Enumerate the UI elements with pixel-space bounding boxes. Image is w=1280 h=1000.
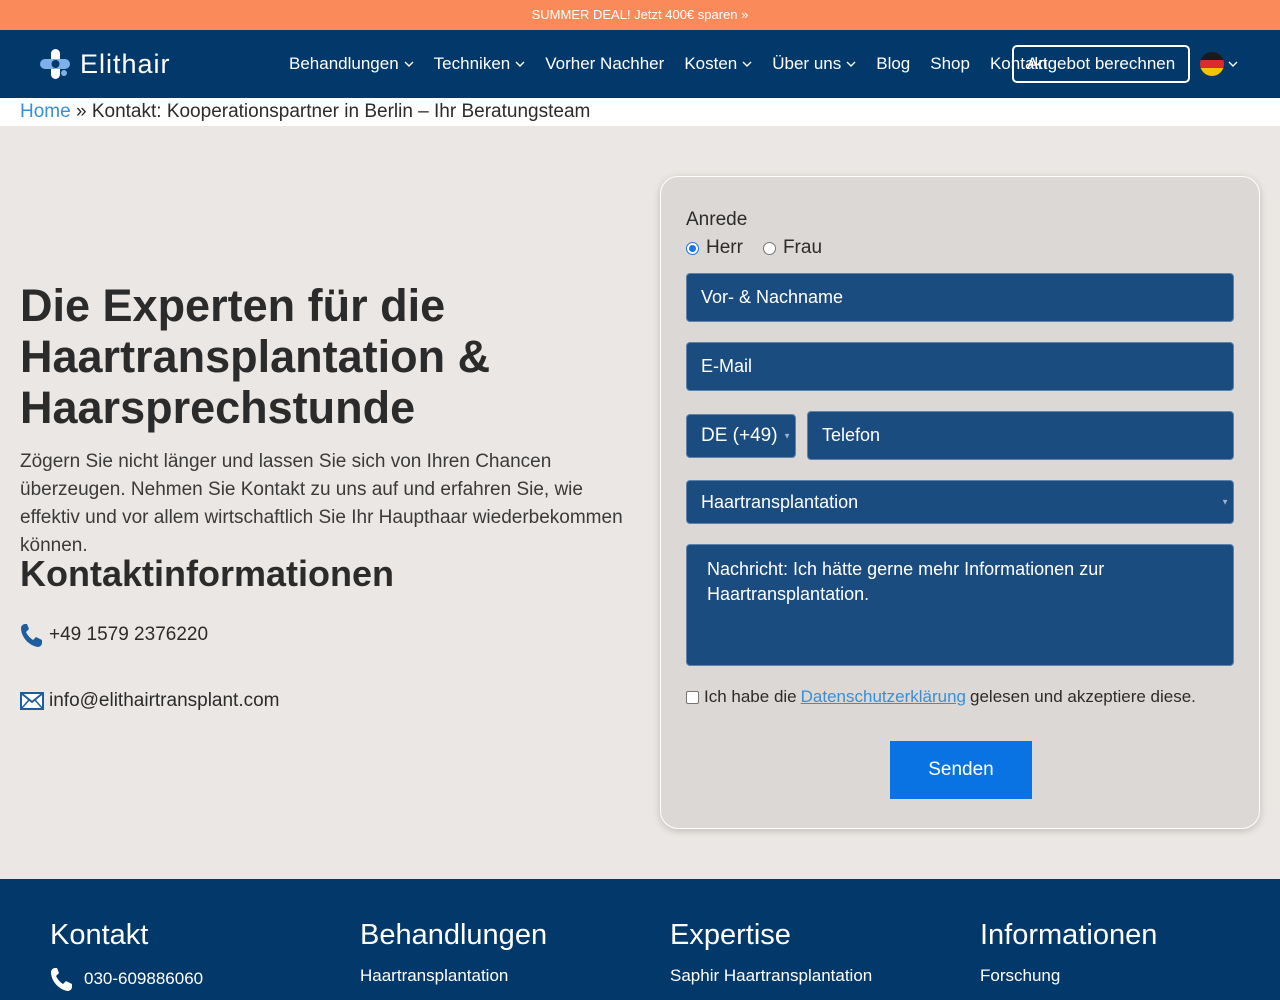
nav-techniken[interactable]: Techniken [434,54,526,74]
radio-herr[interactable] [686,241,699,255]
name-input[interactable]: Vor- & Nachname [686,273,1234,322]
contact-info-heading: Kontaktinformationen [20,553,394,594]
phone-number: +49 1579 2376220 [49,624,209,645]
nav-label: Behandlungen [289,54,399,73]
nav-label: Techniken [433,54,511,73]
chevron-down-icon [404,61,414,67]
email-address: info@elithairtransplant.com [49,690,280,711]
phone-input[interactable]: Telefon [807,411,1234,460]
name-placeholder: Vor- & Nachname [701,287,844,307]
nav-label: Shop [930,54,970,73]
page-title: Die Experten für die Haartransplantation… [20,280,491,433]
email-placeholder: E-Mail [701,356,753,376]
logo-icon [40,49,70,79]
breadcrumb-current: Kontakt: Kooperationspartner in Berlin –… [91,101,591,122]
nav-vorher-nachher[interactable]: Vorher Nachher [545,54,664,74]
breadcrumb-separator: » [75,101,87,122]
phone-icon [21,624,42,647]
contact-email[interactable]: info@elithairtransplant.com [20,690,280,712]
chevron-down-icon [846,61,856,67]
privacy-policy-link[interactable]: Datenschutzerklärung [801,687,966,707]
country-code-select[interactable]: DE (+49) ▼ [686,414,796,458]
salutation-label: Anrede [686,209,748,230]
nav-label: Über uns [772,54,842,73]
footer-link[interactable]: Forschung [980,966,1157,986]
logo[interactable]: Elithair [38,48,171,80]
promo-banner[interactable]: SUMMER DEAL! Jetzt 400€ sparen » [0,0,1280,30]
chevron-down-icon [1228,61,1238,67]
treatment-value: Haartransplantation [701,491,859,512]
breadcrumb-home-link[interactable]: Home [20,101,71,122]
nav-kosten[interactable]: Kosten [684,54,752,74]
brand-name: Elithair [80,48,171,79]
contact-form: Anrede Herr Frau Vor- & Nachname E-Mail … [660,176,1260,829]
german-flag-icon [1200,52,1224,76]
footer-heading: Informationen [980,919,1158,951]
nav-ueber-uns[interactable]: Über uns [772,54,856,74]
phone-placeholder: Telefon [822,425,881,445]
select-arrow-icon: ▼ [1221,497,1229,507]
email-input[interactable]: E-Mail [686,342,1234,391]
footer-phone[interactable]: 030-609886060 [50,966,203,992]
angebot-berechnen-button[interactable]: Angebot berechnen [1012,45,1190,83]
radio-frau-label: Frau [782,237,823,258]
message-textarea[interactable]: Nachricht: Ich hätte gerne mehr Informat… [686,544,1234,666]
nav-behandlungen[interactable]: Behandlungen [289,54,414,74]
salutation-group: Herr Frau [686,237,822,259]
breadcrumb: Home » Kontakt: Kooperationspartner in B… [0,98,1280,126]
send-button[interactable]: Senden [890,741,1032,799]
message-text: Nachricht: Ich hätte gerne mehr Informat… [707,559,1105,604]
footer-col-behandlungen: Behandlungen Haartransplantation [360,919,547,986]
consent-checkbox[interactable] [686,690,699,704]
consent-text-before: Ich habe die [704,687,797,706]
footer-phone-number: 030-609886060 [84,969,204,988]
treatment-select[interactable]: Haartransplantation ▼ [686,480,1234,524]
footer-heading: Expertise [670,919,791,951]
nav-blog[interactable]: Blog [876,54,910,74]
footer-link[interactable]: Haartransplantation [360,966,547,986]
nav-label: Vorher Nachher [545,54,665,73]
contact-phone[interactable]: +49 1579 2376220 [20,622,208,648]
nav-label: Blog [876,54,911,73]
hero-description: Zögern Sie nicht länger und lassen Sie s… [20,451,623,556]
mail-icon [20,692,44,710]
promo-text[interactable]: SUMMER DEAL! Jetzt 400€ sparen » [532,7,749,22]
nav-shop[interactable]: Shop [930,54,970,74]
main-navbar: Elithair Behandlungen Techniken Vorher N… [0,30,1280,98]
footer: Kontakt 030-609886060 Behandlungen Haart… [0,879,1280,1000]
footer-heading: Behandlungen [360,919,548,951]
chevron-down-icon [515,61,525,67]
consent-row: Ich habe die Datenschutzerklärung gelese… [686,687,1196,707]
nav-menu: Behandlungen Techniken Vorher Nachher Ko… [289,30,1068,98]
phone-icon [51,968,72,991]
country-code-value: DE (+49) [701,425,778,446]
footer-col-informationen: Informationen Forschung [980,919,1157,986]
consent-text-after: gelesen und akzeptiere diese. [970,687,1196,706]
footer-col-kontakt: Kontakt 030-609886060 [50,919,203,992]
radio-frau[interactable] [762,241,776,255]
language-selector[interactable] [1200,52,1238,76]
chevron-down-icon [742,61,752,67]
nav-label: Kosten [684,54,738,73]
footer-heading: Kontakt [50,919,149,951]
footer-col-expertise: Expertise Saphir Haartransplantation [670,919,872,986]
radio-herr-label: Herr [706,237,743,258]
footer-link[interactable]: Saphir Haartransplantation [670,966,872,986]
select-arrow-icon: ▼ [783,431,791,441]
